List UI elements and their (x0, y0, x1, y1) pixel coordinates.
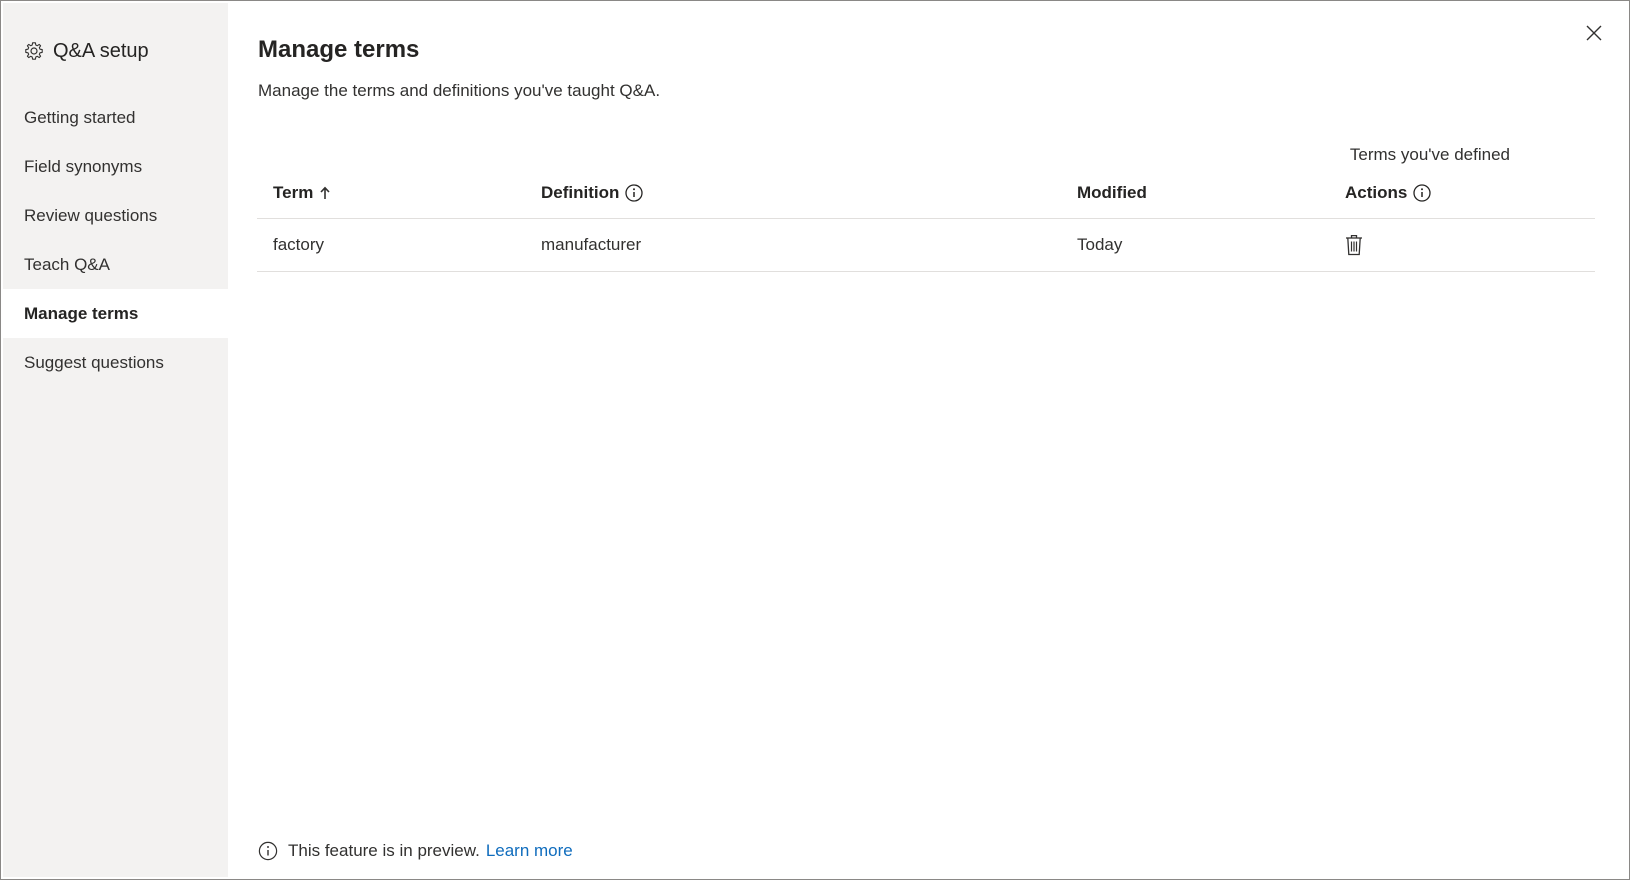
info-icon[interactable] (1413, 184, 1431, 202)
arrow-up-icon (319, 186, 331, 200)
column-header-definition-label: Definition (541, 183, 620, 202)
cell-term: factory (273, 235, 325, 254)
close-icon (1586, 25, 1602, 41)
sidebar-title: Q&A setup (53, 39, 149, 62)
table-caption: Terms you've defined (1349, 145, 1510, 164)
cell-actions (1345, 219, 1363, 271)
table-row: factory manufacturer Today (257, 219, 1595, 272)
info-icon[interactable] (625, 184, 644, 202)
preview-notice-text: This feature is in preview. (288, 841, 480, 860)
learn-more-link[interactable]: Learn more (486, 841, 573, 861)
sidebar-item-suggest-questions[interactable]: Suggest questions (3, 338, 228, 387)
preview-notice: This feature is in preview. Learn more (258, 841, 573, 861)
sidebar-item-getting-started[interactable]: Getting started (3, 93, 228, 142)
column-header-term-label: Term (273, 183, 314, 202)
sidebar-item-teach-qa[interactable]: Teach Q&A (3, 240, 228, 289)
cell-modified: Today (1077, 235, 1123, 254)
gear-icon (23, 40, 45, 62)
info-icon (258, 841, 278, 861)
sidebar-item-review-questions[interactable]: Review questions (3, 191, 228, 240)
sidebar: Q&A setup Getting started Field synonyms… (3, 3, 228, 877)
trash-icon[interactable] (1345, 234, 1363, 256)
main-panel: Manage terms Manage the terms and defini… (228, 3, 1628, 877)
table-header-row: Term Definition Modified Actions (257, 168, 1595, 219)
qa-setup-dialog: Q&A setup Getting started Field synonyms… (0, 0, 1630, 880)
page-subtitle: Manage the terms and definitions you've … (258, 81, 661, 100)
sidebar-header: Q&A setup (23, 37, 149, 65)
sidebar-item-field-synonyms[interactable]: Field synonyms (3, 142, 228, 191)
column-header-actions-label: Actions (1345, 183, 1408, 202)
terms-table: Term Definition Modified Actions factory… (257, 168, 1595, 272)
close-button[interactable] (1582, 21, 1606, 45)
page-title: Manage terms (258, 36, 420, 63)
sidebar-item-manage-terms[interactable]: Manage terms (3, 289, 228, 338)
sidebar-nav: Getting started Field synonyms Review qu… (3, 93, 228, 387)
cell-definition: manufacturer (541, 235, 642, 254)
column-header-term[interactable]: Term (273, 168, 331, 218)
column-header-definition[interactable]: Definition (541, 168, 644, 218)
column-header-actions: Actions (1345, 168, 1431, 218)
column-header-modified[interactable]: Modified (1077, 168, 1147, 218)
